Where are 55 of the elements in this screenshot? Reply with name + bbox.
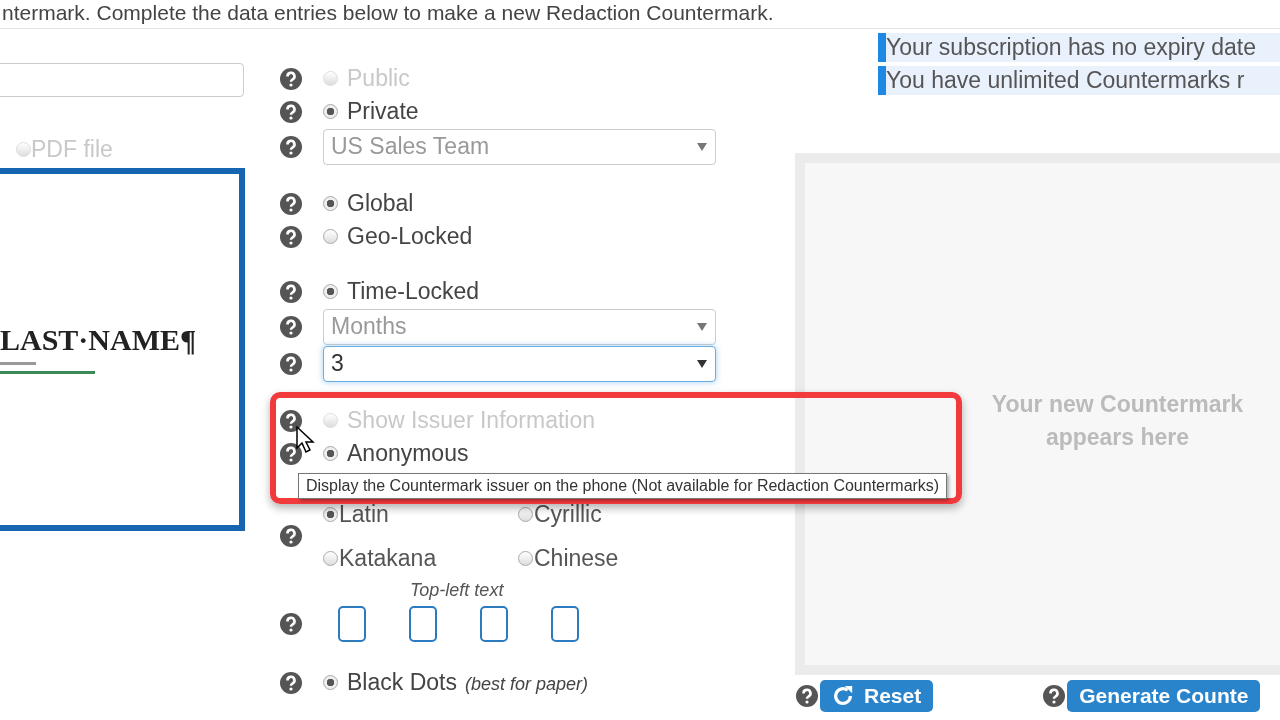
- radio-button[interactable]: [323, 550, 338, 566]
- pointer-cursor-icon: [296, 426, 316, 454]
- help-icon[interactable]: [280, 67, 302, 90]
- character-box[interactable]: [409, 606, 437, 642]
- generate-button[interactable]: Generate Counte: [1067, 680, 1261, 712]
- help-icon[interactable]: [280, 671, 302, 694]
- radio-button[interactable]: [323, 284, 338, 299]
- radio-label: Geo-Locked: [347, 223, 473, 250]
- radio-button[interactable]: [323, 196, 338, 211]
- help-icon[interactable]: [280, 525, 302, 547]
- radio-label: Cyrillic: [534, 500, 602, 528]
- tooltip: Display the Countermark issuer on the phone (Not available for Redaction Countermarks): [298, 473, 948, 499]
- radio-button[interactable]: [323, 506, 338, 522]
- radio-label: Chinese: [534, 544, 619, 572]
- radio-button[interactable]: [323, 229, 338, 244]
- dropdown-select[interactable]: 3: [323, 345, 716, 382]
- notice-message: You have unlimited Countermarks r: [878, 66, 1280, 95]
- radio-label: Latin: [339, 500, 389, 528]
- radio-button[interactable]: [323, 446, 338, 461]
- character-box[interactable]: [480, 606, 508, 642]
- character-box[interactable]: [338, 606, 366, 642]
- text-field[interactable]: [0, 63, 244, 97]
- radio-button[interactable]: [323, 104, 338, 119]
- radio-label: Anonymous: [347, 440, 469, 467]
- refresh-icon: [832, 685, 854, 707]
- help-icon[interactable]: [1043, 685, 1066, 707]
- help-icon[interactable]: [280, 352, 302, 375]
- reset-button[interactable]: Reset: [820, 680, 934, 712]
- help-icon[interactable]: [280, 135, 302, 158]
- result-message: Your new Countermark appears here: [990, 390, 1245, 452]
- page-instructions: ntermark. Complete the data entries below to make a new Redaction Countermark.: [2, 0, 775, 26]
- caret-icon: [697, 322, 707, 331]
- radio-label: Black Dots (best for paper): [347, 669, 588, 696]
- help-icon[interactable]: [796, 685, 818, 707]
- radio-button[interactable]: [518, 550, 533, 566]
- notice-message: Your subscription has no expiry date: [878, 33, 1280, 62]
- help-icon[interactable]: [280, 280, 302, 303]
- radio-label: Global: [347, 190, 414, 217]
- radio-button[interactable]: [518, 506, 533, 522]
- radio-label: Katakana: [339, 544, 437, 572]
- document-title: LAST·NAME¶: [0, 322, 198, 357]
- field-caption: Top-left text: [410, 580, 505, 602]
- help-icon[interactable]: [280, 442, 302, 465]
- character-box[interactable]: [551, 606, 579, 642]
- help-icon[interactable]: [280, 100, 302, 123]
- help-icon[interactable]: [280, 315, 302, 338]
- help-icon[interactable]: [280, 192, 302, 215]
- radio-button[interactable]: [323, 675, 338, 690]
- caret-icon: [697, 359, 707, 368]
- caret-icon: [697, 142, 707, 151]
- radio-label: Private: [347, 98, 419, 125]
- help-icon[interactable]: [280, 613, 302, 635]
- help-icon[interactable]: [280, 409, 302, 432]
- radio-label: Time-Locked: [347, 278, 480, 305]
- help-icon[interactable]: [280, 225, 302, 248]
